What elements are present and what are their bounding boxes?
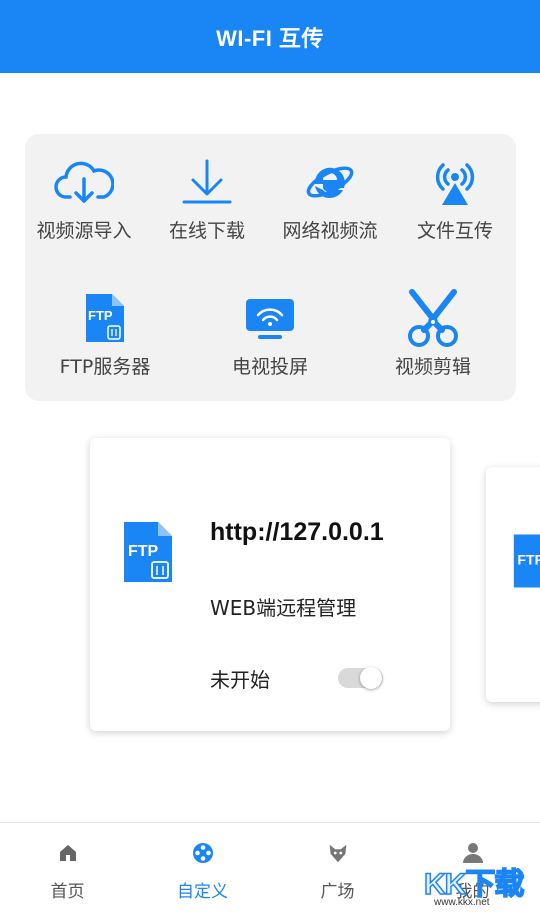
tv-cast-icon xyxy=(238,288,302,348)
tab-label: 自定义 xyxy=(177,882,228,902)
ftp-icon-text: FTP xyxy=(517,552,540,568)
ftp-server-card[interactable]: FTP http://127.0.0.1 WEB端远程管理 未开始 xyxy=(90,438,450,731)
watermark-url: www.kkx.net xyxy=(434,897,490,908)
server-toggle[interactable] xyxy=(338,667,383,689)
tab-custom[interactable]: 自定义 xyxy=(135,823,270,913)
broadcast-tower-icon xyxy=(423,152,487,212)
tool-video-edit[interactable]: 视频剪辑 xyxy=(368,288,498,379)
tool-label: 视频源导入 xyxy=(36,220,132,242)
cloud-download-icon xyxy=(52,152,116,212)
ie-browser-icon xyxy=(298,152,362,212)
toggle-knob xyxy=(360,667,382,689)
tab-plaza[interactable]: 广场 xyxy=(270,823,405,913)
tool-label: FTP服务器 xyxy=(59,356,151,378)
server-description: WEB端远程管理 xyxy=(210,596,357,620)
server-url: http://127.0.0.1 xyxy=(210,518,384,546)
ftp-file-icon: FTP xyxy=(510,531,540,595)
tool-label: 在线下载 xyxy=(168,220,245,242)
tool-label: 电视投屏 xyxy=(231,356,308,378)
next-card[interactable]: FTP xyxy=(486,467,540,702)
tab-label: 首页 xyxy=(50,882,85,902)
ftp-file-icon: FTP xyxy=(73,288,137,348)
scissors-icon xyxy=(401,288,465,348)
tool-label: 视频剪辑 xyxy=(394,356,471,378)
home-icon xyxy=(56,841,80,865)
page-title: WI-FI 互传 xyxy=(216,25,324,51)
site-watermark: KK下载 www.kkx.net xyxy=(420,855,540,913)
download-arrow-icon xyxy=(175,152,239,212)
app-header: WI-FI 互传 xyxy=(0,0,540,73)
tool-label: 文件互传 xyxy=(416,220,493,242)
film-reel-icon xyxy=(191,841,215,865)
tools-panel: 视频源导入 在线下载 网络视频流 文件互传 FTP FTP服务器 电视投屏 视频… xyxy=(25,134,516,401)
tool-ftp-server[interactable]: FTP FTP服务器 xyxy=(40,288,170,379)
ftp-icon-text: FTP xyxy=(88,308,113,323)
ftp-file-icon: FTP xyxy=(120,518,176,590)
tool-label: 网络视频流 xyxy=(282,220,378,242)
tab-label: 广场 xyxy=(320,882,355,902)
tool-video-source-import[interactable]: 视频源导入 xyxy=(19,152,149,243)
tool-file-transfer[interactable]: 文件互传 xyxy=(390,152,520,243)
tool-network-stream[interactable]: 网络视频流 xyxy=(265,152,395,243)
fox-icon xyxy=(326,841,350,865)
server-status: 未开始 xyxy=(210,668,270,692)
tool-online-download[interactable]: 在线下载 xyxy=(142,152,272,243)
tool-tv-cast[interactable]: 电视投屏 xyxy=(205,288,335,379)
ftp-icon-text: FTP xyxy=(128,543,159,560)
tab-home[interactable]: 首页 xyxy=(0,823,135,913)
